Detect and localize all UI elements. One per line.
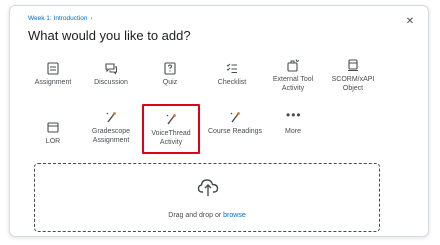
file-dropzone[interactable]: Drag and drop or browse <box>34 163 380 232</box>
tile-label: Checklist <box>217 79 247 86</box>
tile-label: Assignment <box>34 79 72 86</box>
external-tool-icon <box>287 59 300 72</box>
tile-gradescope[interactable]: Gradescope Assignment <box>81 110 141 145</box>
gradescope-icon <box>106 112 116 123</box>
checklist-icon <box>226 63 237 73</box>
tile-label: LOR <box>45 138 61 145</box>
voicethread-icon <box>166 114 176 125</box>
browse-link[interactable]: browse <box>223 212 246 219</box>
tile-course-readings[interactable]: Course Readings <box>205 110 265 136</box>
close-icon[interactable]: ✕ <box>405 17 415 27</box>
tile-discussion[interactable]: Discussion <box>81 61 141 87</box>
tile-lor[interactable]: LOR <box>23 120 83 146</box>
add-content-dialog: Week 1: Introduction › What would you li… <box>9 5 429 237</box>
scorm-icon <box>348 59 358 71</box>
tile-label: Discussion <box>94 79 128 86</box>
dropzone-text: Drag and drop or browse <box>35 212 379 219</box>
tile-label: More <box>285 128 301 135</box>
lor-icon <box>47 122 59 133</box>
breadcrumb: Week 1: Introduction › <box>28 15 93 22</box>
dialog-title: What would you like to add? <box>28 28 191 43</box>
tile-label: Gradescope Assignment <box>91 128 131 144</box>
tile-more[interactable]: ••• More <box>263 108 323 136</box>
discussion-icon <box>105 63 117 75</box>
tile-scorm[interactable]: SCORM/xAPI Object <box>323 58 383 93</box>
tile-assignment[interactable]: Assignment <box>23 61 83 87</box>
tile-label: Quiz <box>162 79 178 86</box>
upload-cloud-icon <box>197 179 219 196</box>
tile-checklist[interactable]: Checklist <box>202 61 262 87</box>
dropzone-label: Drag and drop or <box>168 212 222 219</box>
course-readings-icon <box>230 112 240 123</box>
tile-label: VoiceThread Activity <box>151 130 191 146</box>
more-icon: ••• <box>286 108 302 122</box>
quiz-icon <box>164 62 176 75</box>
assignment-icon <box>47 62 59 75</box>
chevron-right-icon: › <box>90 15 93 22</box>
tile-label: External Tool Activity <box>272 76 314 92</box>
tile-external-tool[interactable]: External Tool Activity <box>263 58 323 93</box>
tile-label: SCORM/xAPI Object <box>331 76 375 92</box>
tile-voicethread[interactable]: VoiceThread Activity <box>142 104 200 154</box>
breadcrumb-link[interactable]: Week 1: Introduction <box>28 15 88 22</box>
tile-quiz[interactable]: Quiz <box>140 61 200 87</box>
tile-label: Course Readings <box>207 128 263 135</box>
